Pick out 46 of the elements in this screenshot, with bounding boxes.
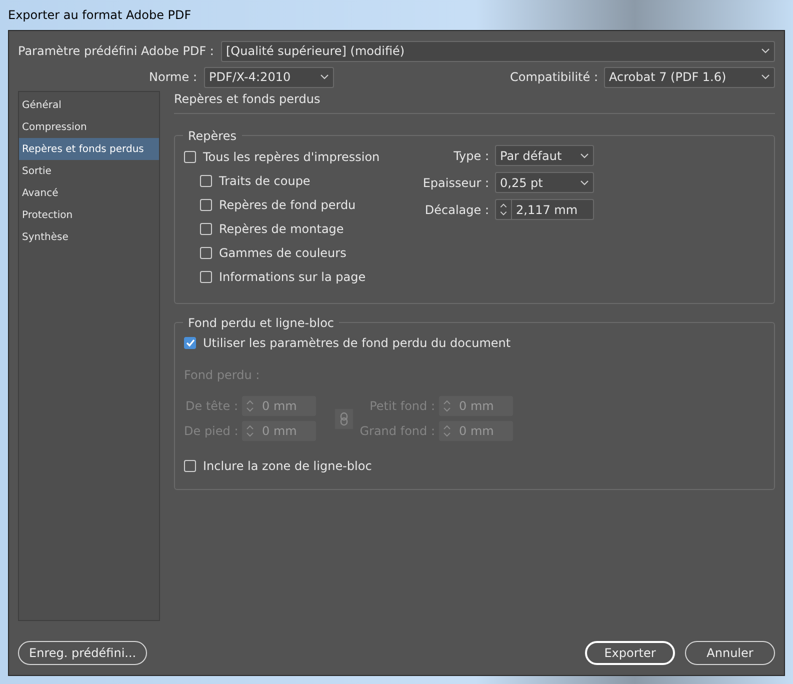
chevron-icon: [761, 74, 770, 80]
window-title: Exporter au format Adobe PDF: [8, 7, 192, 24]
chevron-icon: [761, 48, 770, 54]
chevron-icon: [320, 74, 329, 80]
chevron-icon: [580, 180, 589, 186]
checkbox[interactable]: [184, 460, 196, 472]
checkbox[interactable]: [200, 175, 212, 187]
preset-label: Paramètre prédéfini Adobe PDF :: [18, 43, 214, 60]
checkbox-label: Tous les repères d'impression: [203, 149, 380, 166]
checkbox-label: Gammes de couleurs: [219, 245, 346, 262]
sidebar-item[interactable]: Compression: [19, 116, 159, 138]
sidebar-item[interactable]: Repères et fonds perdus: [19, 138, 159, 160]
sidebar-item[interactable]: Synthèse: [19, 226, 159, 248]
checkbox-label: Repères de fond perdu: [219, 197, 356, 214]
dialog-button[interactable]: Annuler: [685, 641, 775, 665]
checkbox[interactable]: [200, 199, 212, 211]
checkbox[interactable]: [200, 247, 212, 259]
dialog-button[interactable]: Exporter: [585, 641, 675, 665]
checkbox[interactable]: [200, 223, 212, 235]
field-label: Type :: [452, 148, 490, 164]
section-title: Repères et fonds perdus: [174, 91, 320, 108]
chevron-icon: [580, 152, 589, 158]
checkbox-label: Utiliser les paramètres de fond perdu du document: [203, 335, 511, 352]
dialog-button[interactable]: Enreg. prédéfini...: [18, 641, 148, 665]
preset-dropdown[interactable]: [Qualité supérieure] (modifié): [220, 40, 775, 62]
field-label: Epaisseur :: [422, 174, 490, 192]
checkbox-label: Traits de coupe: [219, 173, 310, 190]
field-label: Décalage :: [424, 202, 490, 218]
dropdown[interactable]: 0,25 pt: [495, 172, 594, 193]
checkbox[interactable]: [184, 337, 196, 349]
sidebar-item[interactable]: Protection: [19, 204, 159, 226]
checkbox[interactable]: [184, 151, 196, 163]
checkbox-label: Repères de montage: [219, 221, 344, 238]
spinner-field[interactable]: 2,117 mm: [495, 199, 594, 220]
standard-dropdown[interactable]: PDF/X-4:2010: [204, 66, 334, 88]
group-title: Repères: [183, 127, 242, 145]
sidebar-item[interactable]: Avancé: [19, 182, 159, 204]
sidebar-item[interactable]: Sortie: [19, 160, 159, 182]
compatibility-dropdown[interactable]: Acrobat 7 (PDF 1.6): [604, 66, 775, 88]
compatibility-label: Compatibilité :: [510, 69, 599, 86]
dropdown[interactable]: Par défaut: [495, 145, 594, 166]
sidebar-item[interactable]: Général: [19, 94, 159, 116]
standard-label: Norme :: [148, 69, 198, 86]
checkbox-label: Informations sur la page: [219, 269, 366, 286]
checkbox-label: Inclure la zone de ligne-bloc: [203, 458, 372, 475]
checkbox[interactable]: [200, 271, 212, 283]
